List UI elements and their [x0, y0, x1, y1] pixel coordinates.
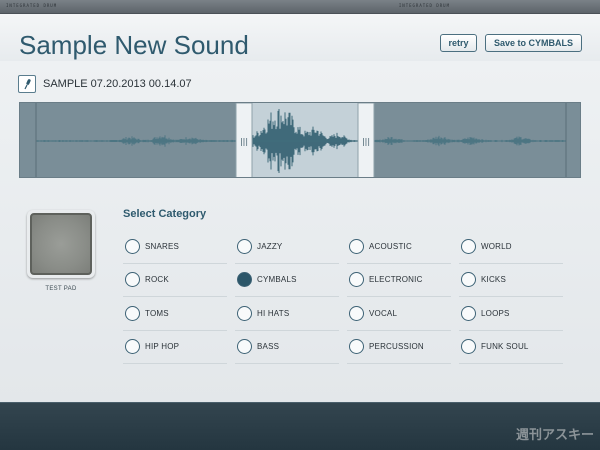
footer-bar	[0, 402, 600, 450]
radio-icon[interactable]	[125, 238, 140, 254]
sample-row: SAMPLE 07.20.2013 00.14.07	[18, 75, 192, 93]
page-title: Sample New Sound	[19, 30, 249, 60]
category-label: ACOUSTIC	[369, 241, 412, 251]
category-option[interactable]: FUNK SOUL	[459, 331, 563, 364]
waveform-editor[interactable]: ||| |||	[19, 102, 581, 178]
trim-handle-grip: |||	[362, 137, 370, 146]
category-label: FUNK SOUL	[481, 342, 529, 352]
radio-icon[interactable]	[237, 238, 252, 254]
category-option[interactable]: VOCAL	[347, 297, 451, 331]
test-pad[interactable]	[30, 213, 92, 275]
category-option[interactable]: HI HATS	[235, 297, 339, 331]
radio-icon[interactable]	[461, 339, 476, 355]
category-label: SNARES	[145, 241, 180, 251]
trim-handle-grip: |||	[240, 137, 248, 146]
category-label: ELECTRONIC	[369, 275, 423, 285]
radio-icon[interactable]	[461, 238, 476, 254]
category-option[interactable]: CYMBALS	[235, 264, 339, 297]
top-bar: INTEGRATED DRUM INTEGRATED DRUM	[0, 0, 600, 14]
retry-button[interactable]: retry	[440, 34, 477, 52]
radio-selected-icon[interactable]	[237, 272, 252, 288]
watermark: 週刊アスキー	[515, 427, 594, 442]
category-grid: SNARES JAZZY ACOUSTIC WORLD ROCK CYMBALS ELECT…	[123, 230, 571, 364]
category-option[interactable]: TOMS	[123, 297, 227, 331]
category-label: WORLD	[481, 241, 512, 251]
category-label: PERCUSSION	[369, 342, 424, 352]
category-label: HI HATS	[257, 308, 290, 318]
category-label: HIP HOP	[145, 342, 180, 352]
radio-icon[interactable]	[237, 305, 252, 321]
radio-icon[interactable]	[349, 272, 364, 288]
category-option[interactable]: KICKS	[459, 264, 563, 297]
radio-icon[interactable]	[125, 339, 140, 355]
category-label: TOMS	[145, 308, 169, 318]
category-option[interactable]: BASS	[235, 331, 339, 364]
radio-icon[interactable]	[125, 272, 140, 288]
top-bar-left-text: INTEGRATED DRUM	[6, 3, 58, 8]
radio-icon[interactable]	[349, 339, 364, 355]
category-label: VOCAL	[369, 308, 398, 318]
category-option[interactable]: ELECTRONIC	[347, 264, 451, 297]
radio-icon[interactable]	[461, 272, 476, 288]
category-option[interactable]: LOOPS	[459, 297, 563, 331]
radio-icon[interactable]	[349, 305, 364, 321]
category-heading: Select Category	[123, 208, 207, 220]
microphone-icon	[18, 75, 36, 93]
category-label: BASS	[257, 342, 280, 352]
sample-name: SAMPLE 07.20.2013 00.14.07	[43, 78, 192, 90]
category-label: ROCK	[145, 275, 169, 285]
category-option[interactable]: SNARES	[123, 230, 227, 264]
category-label: KICKS	[481, 275, 507, 285]
radio-icon[interactable]	[125, 305, 140, 321]
category-option[interactable]: WORLD	[459, 230, 563, 264]
category-option[interactable]: JAZZY	[235, 230, 339, 264]
radio-icon[interactable]	[237, 339, 252, 355]
category-label: JAZZY	[257, 241, 283, 251]
save-button[interactable]: Save to CYMBALS	[485, 34, 582, 52]
category-label: CYMBALS	[257, 275, 297, 285]
category-option[interactable]: ROCK	[123, 264, 227, 297]
waveform: ||| |||	[20, 103, 580, 177]
test-pad-label: TEST PAD	[45, 286, 77, 292]
radio-icon[interactable]	[461, 305, 476, 321]
test-pad-frame	[27, 210, 95, 278]
top-bar-right-text: INTEGRATED DRUM	[398, 3, 450, 8]
category-label: LOOPS	[481, 308, 510, 318]
category-option[interactable]: PERCUSSION	[347, 331, 451, 364]
header: Sample New Sound retry Save to CYMBALS	[0, 14, 600, 61]
radio-icon[interactable]	[349, 238, 364, 254]
category-option[interactable]: HIP HOP	[123, 331, 227, 364]
category-option[interactable]: ACOUSTIC	[347, 230, 451, 264]
